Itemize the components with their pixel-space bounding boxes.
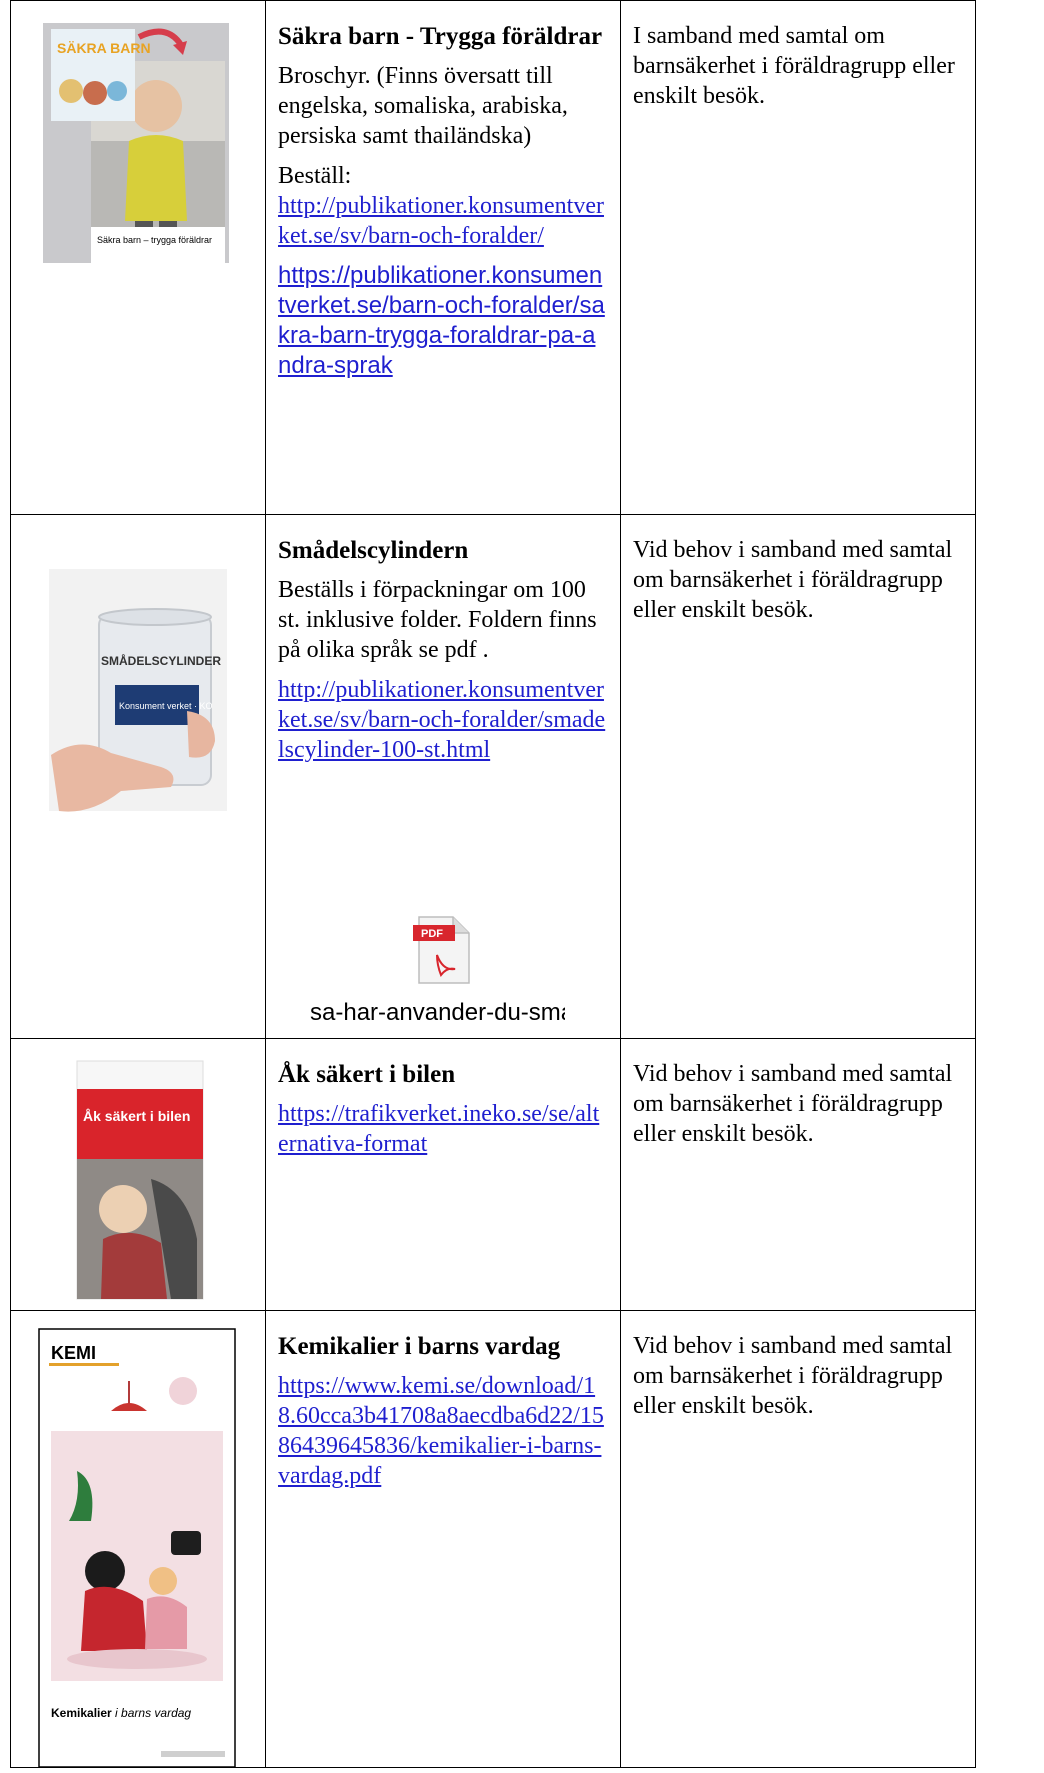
- car-cover-title: Åk säkert i bilen: [83, 1108, 190, 1124]
- pdf-badge-text: PDF: [421, 928, 443, 940]
- usage-note: Vid behov i samband med samtal om barnsä…: [633, 1061, 953, 1147]
- cover-caption: Säkra barn – trygga föräldrar: [97, 235, 212, 245]
- usage-note-cell: Vid behov i samband med samtal om barnsä…: [620, 1310, 976, 1768]
- table-row: SMÅDELSCYLINDER Konsument verket · KO Sm…: [10, 514, 976, 1039]
- resource-description: Beställs i förpackningar om 100 st. inkl…: [278, 577, 597, 663]
- cover-title-text: SÄKRA BARN: [57, 40, 151, 56]
- image-cell: KEMI Kemikalier i barns vardag: [10, 1310, 266, 1768]
- order-link[interactable]: https://trafikverket.ineko.se/se/alterna…: [278, 1099, 608, 1159]
- brochure-cover-kemikalier: KEMI Kemikalier i barns vardag: [38, 1328, 236, 1767]
- small-parts-cylinder-photo: SMÅDELSCYLINDER Konsument verket · KO: [49, 569, 227, 812]
- brochure-cover-sakra-barn: SÄKRA BARN Säkra barn – trygga föräldrar: [43, 23, 229, 263]
- usage-note-cell: I samband med samtal om barnsäkerhet i f…: [620, 0, 976, 515]
- kemi-logo: KEMI: [51, 1343, 96, 1363]
- cylinder-label-text: SMÅDELSCYLINDER: [101, 653, 221, 668]
- translations-link[interactable]: https://publikationer.konsumentverket.se…: [278, 261, 608, 381]
- resource-title: Åk säkert i bilen: [278, 1061, 456, 1088]
- resource-title: Kemikalier i barns vardag: [278, 1333, 561, 1360]
- brochure-cover-ak-sakert: Åk säkert i bilen: [76, 1060, 204, 1300]
- table-row: KEMI Kemikalier i barns vardag Kemikalie…: [10, 1310, 976, 1768]
- description-cell: Säkra barn - Trygga föräldrar Broschyr. …: [265, 0, 621, 515]
- usage-note: I samband med samtal om barnsäkerhet i f…: [633, 23, 955, 109]
- resource-title: Säkra barn - Trygga föräldrar: [278, 23, 603, 50]
- pdf-file-icon: PDF: [413, 916, 470, 984]
- pdf-attachment[interactable]: PDF sa-har-anvander-du-smadelscylindern-…: [278, 915, 608, 1028]
- table-row: SÄKRA BARN Säkra barn – trygga föräldrar…: [10, 0, 976, 515]
- image-cell: SÄKRA BARN Säkra barn – trygga föräldrar: [10, 0, 266, 515]
- usage-note: Vid behov i samband med samtal om barnsä…: [633, 1333, 953, 1419]
- resource-title: Smådelscylindern: [278, 537, 469, 564]
- order-link[interactable]: https://www.kemi.se/download/18.60cca3b4…: [278, 1371, 608, 1491]
- order-label: Beställ:: [278, 163, 352, 189]
- cylinder-sticker-text: Konsument verket · KO: [119, 701, 213, 711]
- pdf-filename: sa-har-anvander-du-smadelscylindern-10-s…: [310, 999, 565, 1026]
- description-cell: Kemikalier i barns vardag https://www.ke…: [265, 1310, 621, 1768]
- order-link[interactable]: http://publikationer.konsumentverket.se/…: [278, 675, 608, 765]
- image-cell: Åk säkert i bilen: [10, 1038, 266, 1311]
- usage-note-cell: Vid behov i samband med samtal om barnsä…: [620, 514, 976, 1039]
- kemi-cover-title: Kemikalier i barns vardag: [51, 1706, 191, 1720]
- resource-table: SÄKRA BARN Säkra barn – trygga föräldrar…: [10, 0, 976, 1768]
- usage-note-cell: Vid behov i samband med samtal om barnsä…: [620, 1038, 976, 1311]
- description-cell: Åk säkert i bilen https://trafikverket.i…: [265, 1038, 621, 1311]
- resource-description: Broschyr. (Finns översatt till engelska,…: [278, 63, 568, 149]
- usage-note: Vid behov i samband med samtal om barnsä…: [633, 537, 953, 623]
- description-cell: Smådelscylindern Beställs i förpackninga…: [265, 514, 621, 1039]
- order-link[interactable]: http://publikationer.konsumentverket.se/…: [278, 191, 608, 251]
- image-cell: SMÅDELSCYLINDER Konsument verket · KO: [10, 514, 266, 1039]
- table-row: Åk säkert i bilen Åk säkert i bilen http…: [10, 1038, 976, 1311]
